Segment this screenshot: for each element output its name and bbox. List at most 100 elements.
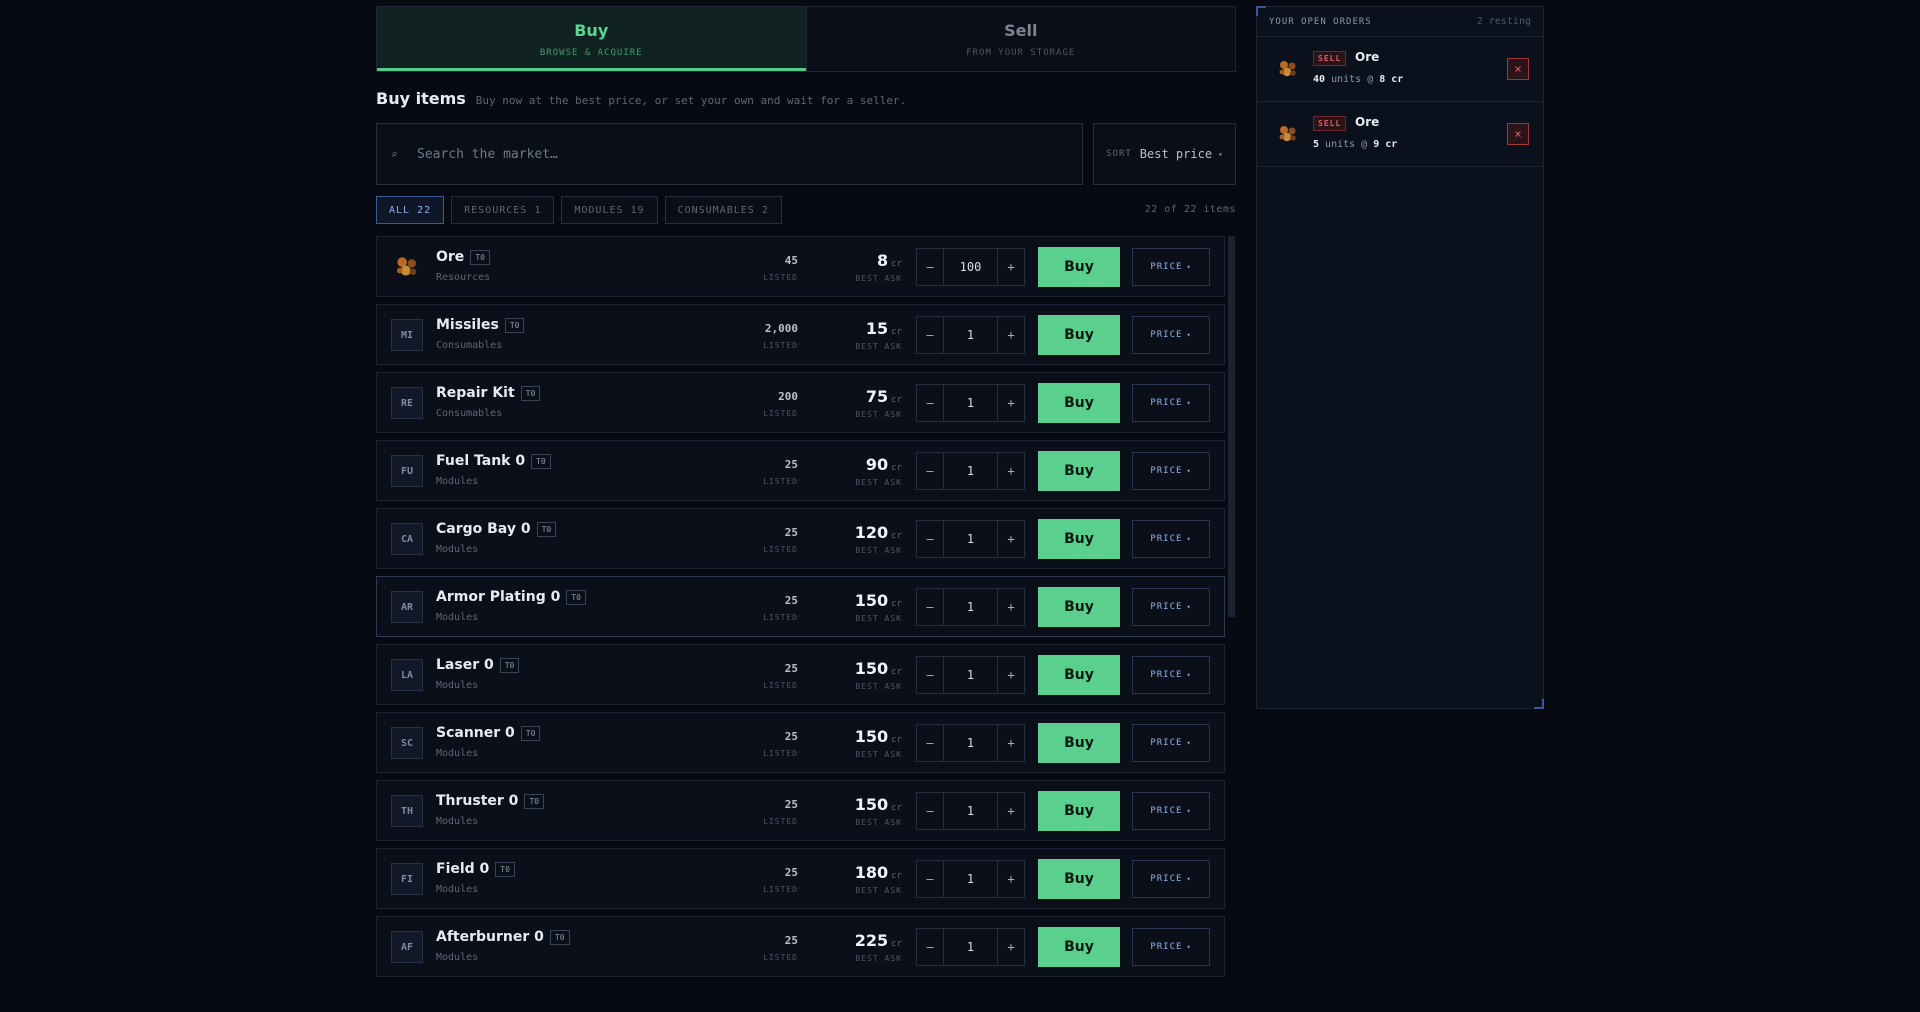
- quantity-input[interactable]: 1: [944, 589, 997, 625]
- best-ask-price: 8 cr: [855, 251, 902, 270]
- buy-button[interactable]: Buy: [1038, 451, 1120, 491]
- item-category: Resources: [436, 272, 491, 283]
- price-dropdown-button[interactable]: PRICE ▾: [1132, 384, 1210, 422]
- price-dropdown-button[interactable]: PRICE ▾: [1132, 588, 1210, 626]
- chevron-down-icon: ▾: [1186, 943, 1192, 951]
- quantity-input[interactable]: 1: [944, 453, 997, 489]
- item-category: Modules: [436, 884, 479, 895]
- price-dropdown-button[interactable]: PRICE ▾: [1132, 928, 1210, 966]
- tab-sell-subtitle: FROM YOUR STORAGE: [966, 47, 1076, 58]
- quantity-input[interactable]: 1: [944, 861, 997, 897]
- price-dropdown-button[interactable]: PRICE ▾: [1132, 316, 1210, 354]
- listed-label: LISTED: [763, 613, 798, 622]
- listed-count: 25 LISTED: [763, 526, 798, 554]
- increment-button[interactable]: +: [997, 861, 1024, 897]
- buy-button[interactable]: Buy: [1038, 655, 1120, 695]
- increment-button[interactable]: +: [997, 317, 1024, 353]
- increment-button[interactable]: +: [997, 657, 1024, 693]
- item-category: Modules: [436, 952, 479, 963]
- list-scrollbar[interactable]: [1228, 236, 1235, 617]
- quantity-input[interactable]: 1: [944, 317, 997, 353]
- price-dropdown-button[interactable]: PRICE ▾: [1132, 248, 1210, 286]
- tab-buy[interactable]: Buy BROWSE & ACQUIRE: [377, 7, 806, 71]
- buy-button[interactable]: Buy: [1038, 927, 1120, 967]
- tier-badge: T0: [531, 453, 551, 469]
- increment-button[interactable]: +: [997, 453, 1024, 489]
- decrement-button[interactable]: –: [917, 725, 944, 761]
- price-dropdown-button[interactable]: PRICE ▾: [1132, 792, 1210, 830]
- section-heading: Buy items Buy now at the best price, or …: [376, 89, 906, 108]
- decrement-button[interactable]: –: [917, 929, 944, 965]
- increment-button[interactable]: +: [997, 793, 1024, 829]
- buy-button[interactable]: Buy: [1038, 315, 1120, 355]
- list-item: AR Armor Plating 0 T0 Modules 25 LISTED 150 cr B…: [376, 576, 1225, 637]
- price-dropdown-button[interactable]: PRICE ▾: [1132, 452, 1210, 490]
- listed-count: 25 LISTED: [763, 934, 798, 962]
- price-dropdown-button[interactable]: PRICE ▾: [1132, 860, 1210, 898]
- quantity-stepper: –1 +: [916, 588, 1025, 626]
- increment-button[interactable]: +: [997, 929, 1024, 965]
- chevron-down-icon: ▾: [1186, 399, 1192, 407]
- item-name-group: Repair Kit T0: [436, 385, 541, 401]
- decrement-button[interactable]: –: [917, 453, 944, 489]
- price-dropdown-button[interactable]: PRICE ▾: [1132, 520, 1210, 558]
- decrement-button[interactable]: –: [917, 861, 944, 897]
- quantity-input[interactable]: 1: [944, 385, 997, 421]
- decrement-button[interactable]: –: [917, 317, 944, 353]
- quantity-input[interactable]: 1: [944, 929, 997, 965]
- orders-list: SELL Ore 40 units @ 8 cr × SELL Ore 5 units @ …: [1257, 37, 1543, 167]
- order-item: SELL Ore 40 units @ 8 cr ×: [1257, 37, 1543, 102]
- buy-button[interactable]: Buy: [1038, 519, 1120, 559]
- cancel-order-button[interactable]: ×: [1507, 58, 1529, 80]
- item-category: Consumables: [436, 340, 503, 351]
- currency-unit: cr: [891, 667, 902, 677]
- best-ask-price: 15 cr: [855, 319, 902, 338]
- quantity-input[interactable]: 1: [944, 657, 997, 693]
- buy-button[interactable]: Buy: [1038, 383, 1120, 423]
- item-name: Repair Kit: [436, 385, 515, 401]
- filter-all[interactable]: ALL 22: [376, 196, 445, 224]
- filter-consumables[interactable]: CONSUMABLES 2: [664, 196, 782, 224]
- quantity-input[interactable]: 1: [944, 521, 997, 557]
- buy-button[interactable]: Buy: [1038, 247, 1120, 287]
- tab-sell[interactable]: Sell FROM YOUR STORAGE: [805, 7, 1235, 71]
- filter-resources[interactable]: RESOURCES 1: [451, 196, 555, 224]
- tier-badge: T0: [499, 657, 520, 673]
- tier-badge: T0: [495, 861, 515, 877]
- increment-button[interactable]: +: [997, 249, 1024, 285]
- best-ask-price: 75 cr: [855, 387, 902, 406]
- sort-label: SORT: [1106, 149, 1132, 159]
- order-units: 40: [1313, 74, 1326, 85]
- price-dropdown-button[interactable]: PRICE ▾: [1132, 724, 1210, 762]
- quantity-input[interactable]: 1: [944, 793, 997, 829]
- price-label: PRICE: [1150, 466, 1183, 476]
- price-label: PRICE: [1150, 806, 1183, 816]
- buy-button[interactable]: Buy: [1038, 587, 1120, 627]
- decrement-button[interactable]: –: [917, 793, 944, 829]
- currency-unit: cr: [891, 803, 902, 813]
- listed-label: LISTED: [763, 409, 798, 418]
- buy-button[interactable]: Buy: [1038, 791, 1120, 831]
- decrement-button[interactable]: –: [917, 249, 944, 285]
- increment-button[interactable]: +: [997, 385, 1024, 421]
- decrement-button[interactable]: –: [917, 385, 944, 421]
- item-thumbnail: MI: [391, 319, 423, 351]
- search-input[interactable]: [415, 145, 1039, 163]
- buy-button[interactable]: Buy: [1038, 723, 1120, 763]
- decrement-button[interactable]: –: [917, 589, 944, 625]
- price-dropdown-button[interactable]: PRICE ▾: [1132, 656, 1210, 694]
- sort-dropdown[interactable]: SORT Best price ▾: [1093, 123, 1236, 185]
- increment-button[interactable]: +: [997, 725, 1024, 761]
- listed-value: 25: [784, 934, 798, 947]
- decrement-button[interactable]: –: [917, 657, 944, 693]
- increment-button[interactable]: +: [997, 589, 1024, 625]
- page-title: Buy items: [376, 89, 466, 108]
- decrement-button[interactable]: –: [917, 521, 944, 557]
- quantity-input[interactable]: 1: [944, 725, 997, 761]
- filter-modules[interactable]: MODULES 19: [561, 196, 658, 224]
- increment-button[interactable]: +: [997, 521, 1024, 557]
- quantity-input[interactable]: 100: [944, 249, 997, 285]
- buy-button[interactable]: Buy: [1038, 859, 1120, 899]
- best-ask-label: BEST ASK: [855, 410, 902, 419]
- cancel-order-button[interactable]: ×: [1507, 123, 1529, 145]
